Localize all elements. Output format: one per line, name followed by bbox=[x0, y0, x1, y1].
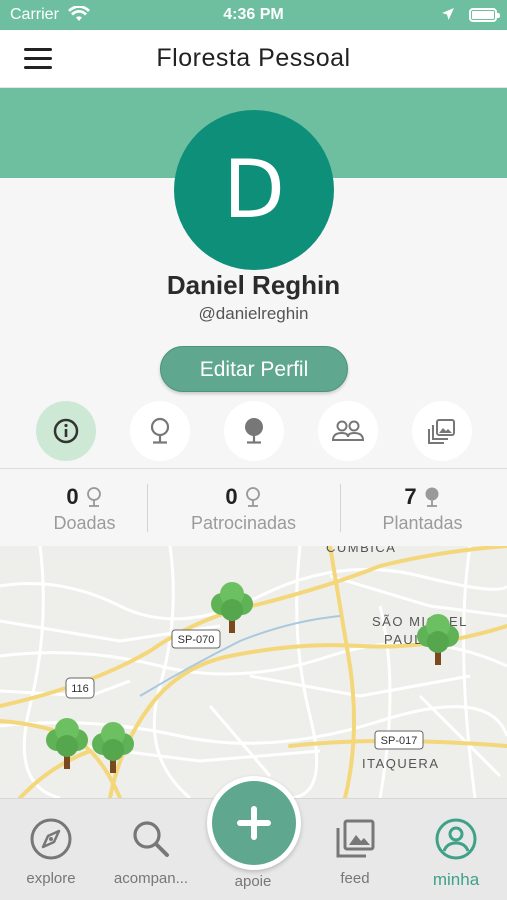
account-circle-icon bbox=[435, 818, 477, 860]
nav-mine-label: minha bbox=[432, 870, 480, 889]
stat-separator bbox=[147, 484, 148, 532]
tab-groups[interactable] bbox=[318, 401, 378, 461]
tree-outline-icon bbox=[150, 417, 170, 444]
status-bar: Carrier 4:36 PM bbox=[0, 0, 507, 30]
clock-time: 4:36 PM bbox=[223, 6, 284, 23]
tree-outline-icon bbox=[86, 487, 101, 507]
group-icon bbox=[331, 420, 365, 441]
nav-follow[interactable]: acompan... bbox=[101, 817, 201, 887]
profile-handle: @danielreghin bbox=[198, 304, 309, 323]
stat-planted[interactable]: 7 Plantadas bbox=[338, 484, 507, 534]
tab-info[interactable] bbox=[36, 401, 96, 461]
tree-filled-icon bbox=[245, 418, 263, 444]
nav-feed[interactable]: feed bbox=[305, 817, 405, 887]
compass-icon bbox=[30, 818, 72, 860]
stat-sponsored[interactable]: 0 Patrocinadas bbox=[159, 484, 328, 534]
stat-donated[interactable]: 0 Doadas bbox=[0, 484, 169, 534]
tab-planted-trees[interactable] bbox=[224, 401, 284, 461]
road-shield-sp017-text: SP-017 bbox=[381, 735, 418, 747]
profile-name: Daniel Reghin bbox=[166, 270, 341, 300]
avatar[interactable]: D bbox=[174, 110, 334, 270]
tree-stats: 0 Doadas 0 Patrocinadas 7 Plantadas bbox=[0, 470, 507, 548]
location-arrow-icon bbox=[441, 7, 455, 26]
nav-explore-label: explore bbox=[26, 870, 76, 887]
stat-sponsored-value: 0 bbox=[225, 484, 238, 509]
battery-icon bbox=[469, 8, 500, 22]
stat-donated-label: Doadas bbox=[53, 513, 116, 533]
page-title: Floresta Pessoal bbox=[156, 44, 351, 72]
road-shield-sp070: SP-070 bbox=[171, 629, 221, 649]
tree-marker[interactable] bbox=[92, 722, 134, 773]
tree-outline-icon bbox=[245, 487, 260, 507]
road-shield-sp017: SP-017 bbox=[374, 730, 424, 750]
search-icon bbox=[133, 821, 169, 857]
nav-mine[interactable]: minha bbox=[406, 817, 506, 890]
tab-gallery[interactable] bbox=[412, 401, 472, 461]
nav-follow-label: acompan... bbox=[113, 870, 189, 887]
stat-planted-label: Plantadas bbox=[382, 513, 463, 533]
navigation-bar: Floresta Pessoal bbox=[0, 30, 507, 88]
stat-donated-value: 0 bbox=[66, 484, 79, 509]
tab-donated-trees[interactable] bbox=[130, 401, 190, 461]
nav-feed-label: feed bbox=[340, 870, 370, 887]
support-add-button[interactable] bbox=[207, 776, 301, 870]
stat-planted-value: 7 bbox=[404, 484, 417, 509]
road-shield-sp070-text: SP-070 bbox=[178, 634, 215, 646]
map-label-itaquera: ITAQUERA bbox=[362, 756, 440, 771]
road-shield-116: 116 bbox=[65, 677, 95, 699]
stat-sponsored-label: Patrocinadas bbox=[190, 513, 297, 533]
map-canvas[interactable]: CUMBICA SÃO MIGUEL PAULISTA ITAQUERA SP-… bbox=[0, 546, 507, 798]
divider bbox=[0, 468, 507, 469]
tree-marker[interactable] bbox=[46, 718, 88, 769]
gallery-icon bbox=[428, 419, 455, 444]
profile-tabs bbox=[0, 401, 507, 461]
support-button-label: apoie bbox=[234, 873, 272, 890]
road-shield-116-text: 116 bbox=[71, 683, 89, 695]
nav-explore[interactable]: explore bbox=[1, 817, 101, 887]
info-icon bbox=[53, 418, 79, 444]
edit-profile-button[interactable]: Editar Perfil bbox=[160, 346, 348, 392]
tree-map[interactable]: CUMBICA SÃO MIGUEL PAULISTA ITAQUERA SP-… bbox=[0, 546, 507, 798]
photo-library-icon bbox=[336, 819, 375, 858]
plus-icon bbox=[237, 806, 271, 840]
tree-filled-icon bbox=[425, 487, 439, 507]
map-label-cumbica: CUMBICA bbox=[326, 546, 396, 555]
